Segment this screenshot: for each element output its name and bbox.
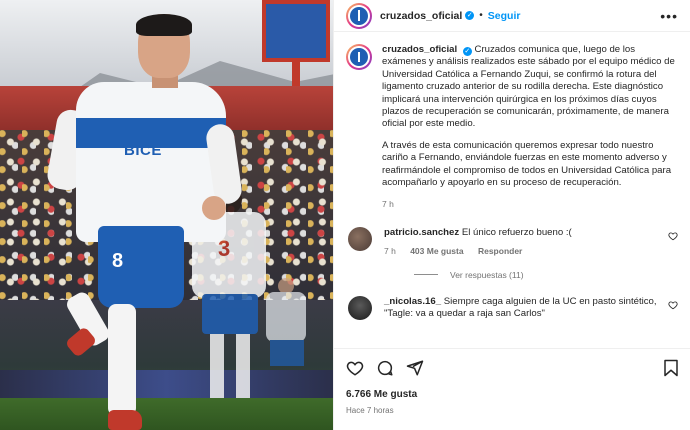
share-send-icon[interactable] bbox=[406, 359, 424, 377]
photo-player-main: BICE 8 bbox=[45, 14, 244, 430]
post-photo[interactable]: 3 BICE 8 bbox=[0, 0, 333, 430]
view-replies-button[interactable]: Ver respuestas (11) bbox=[414, 270, 678, 280]
comment-likes[interactable]: 403 Me gusta bbox=[410, 246, 463, 256]
follow-button[interactable]: Seguir bbox=[488, 10, 521, 22]
header-separator: • bbox=[479, 10, 483, 21]
likes-count[interactable]: 6.766 Me gusta bbox=[346, 389, 679, 400]
verified-badge-icon: ✓ bbox=[462, 47, 472, 56]
post-timestamp: Hace 7 horas bbox=[346, 406, 394, 415]
post-caption: cruzados_oficial ✓ Cruzados comunica que… bbox=[346, 44, 678, 211]
player-number: 8 bbox=[112, 250, 124, 272]
more-options-icon[interactable]: ••• bbox=[660, 9, 678, 23]
view-replies-label: Ver respuestas (11) bbox=[450, 269, 524, 280]
caption-paragraph-2: A través de esta comunicación queremos e… bbox=[382, 139, 672, 189]
save-bookmark-icon[interactable] bbox=[663, 359, 679, 377]
comment-heart-icon[interactable] bbox=[668, 300, 678, 310]
comments-section[interactable]: cruzados_oficial ✓ Cruzados comunica que… bbox=[334, 32, 690, 332]
comment-time: 7 h bbox=[384, 246, 396, 257]
comment-item: _nicolas.16_ Siempre caga alguien de la … bbox=[346, 295, 678, 321]
comment-bubble-icon[interactable] bbox=[376, 359, 394, 377]
reply-button[interactable]: Responder bbox=[478, 246, 522, 256]
jersey-sponsor: BICE bbox=[124, 142, 162, 159]
caption-time: 7 h bbox=[382, 199, 394, 210]
post-panel: cruzados_oficial ✓ • Seguir ••• cruzados… bbox=[333, 0, 690, 430]
comment-heart-icon[interactable] bbox=[668, 231, 678, 241]
photo-player-far bbox=[262, 278, 312, 398]
caption-username[interactable]: cruzados_oficial bbox=[382, 44, 457, 55]
comment-text: El único refuerzo bueno :( bbox=[461, 226, 572, 238]
account-avatar[interactable] bbox=[346, 2, 372, 29]
comment-avatar[interactable] bbox=[348, 295, 372, 320]
comment-avatar[interactable] bbox=[348, 226, 372, 251]
post-actions: 6.766 Me gusta Hace 7 horas bbox=[334, 348, 690, 415]
caption-avatar[interactable] bbox=[346, 44, 372, 70]
like-heart-icon[interactable] bbox=[346, 359, 364, 377]
header-username[interactable]: cruzados_oficial bbox=[380, 10, 462, 22]
comment-username[interactable]: _nicolas.16_ bbox=[384, 296, 441, 307]
caption-paragraph-1: Cruzados comunica que, luego de los exám… bbox=[382, 44, 675, 130]
post-header: cruzados_oficial ✓ • Seguir ••• bbox=[334, 0, 690, 32]
verified-badge-icon: ✓ bbox=[465, 11, 475, 20]
comment-item: patricio.sanchez El único refuerzo bueno… bbox=[346, 226, 678, 258]
comment-username[interactable]: patricio.sanchez bbox=[384, 227, 459, 238]
photo-scoreboard bbox=[262, 0, 330, 62]
